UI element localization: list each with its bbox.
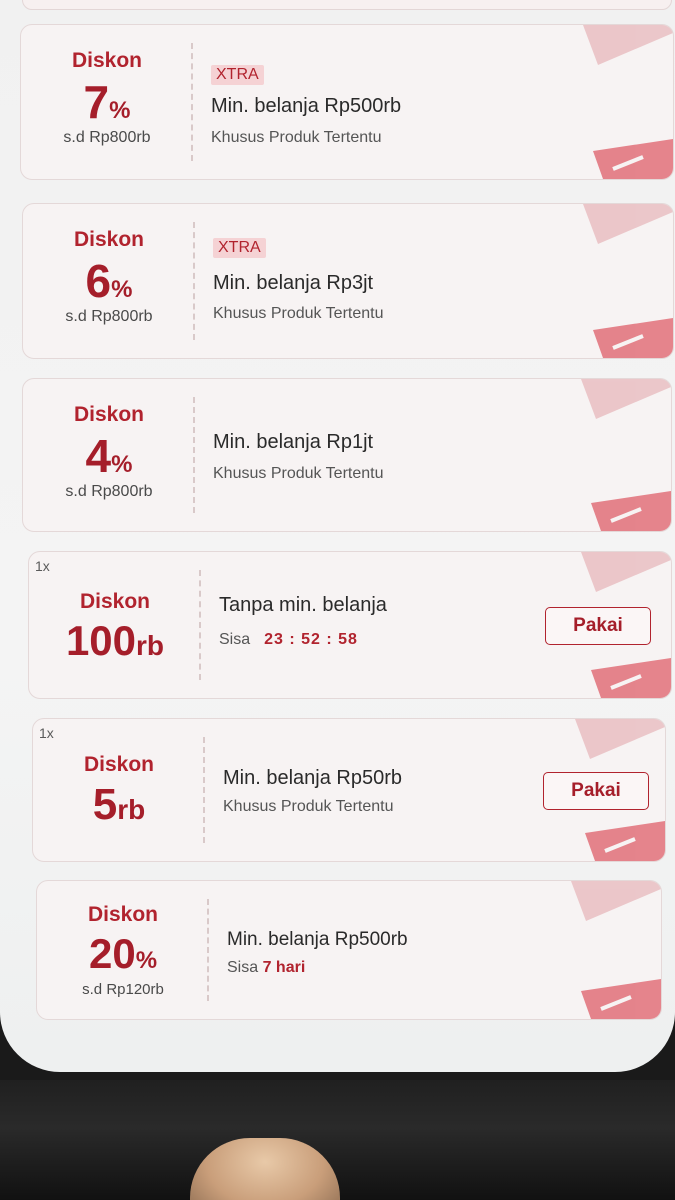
discount-cap: s.d Rp800rb [63, 129, 151, 146]
voucher-discount-panel: Diskon 100rb [29, 552, 201, 698]
voucher-subtitle: Khusus Produk Tertentu [213, 305, 384, 322]
discount-cap: s.d Rp800rb [65, 483, 153, 500]
remaining-days: 7 hari [262, 959, 306, 976]
dashed-divider [199, 570, 201, 680]
phone-screen: Diskon 7% s.d Rp800rb XTRA Min. belanja … [0, 0, 675, 1072]
discount-amount: 5 [92, 780, 118, 829]
use-voucher-button[interactable]: Pakai [543, 772, 649, 810]
ticket-stripe-icon [591, 491, 671, 531]
discount-unit: % [135, 947, 158, 974]
ticket-stripe-icon [571, 881, 661, 921]
dashed-divider [203, 737, 205, 843]
remaining-label: Sisa [219, 631, 251, 648]
discount-unit: % [109, 97, 131, 124]
voucher-discount-panel: Diskon 20% s.d Rp120rb [37, 881, 209, 1019]
discount-label: Diskon [83, 753, 154, 776]
discount-label: Diskon [87, 903, 158, 926]
ticket-stripe-icon [575, 719, 665, 759]
discount-amount: 20 [88, 930, 136, 977]
discount-label: Diskon [79, 590, 150, 613]
voucher-discount-panel: Diskon 4% s.d Rp800rb [23, 379, 195, 531]
discount-unit: rb [117, 794, 146, 825]
voucher-subtitle: Sisa 7 hari [227, 959, 305, 977]
voucher-discount-panel: Diskon 6% s.d Rp800rb [23, 204, 195, 358]
countdown-timer: 23 : 52 : 58 [264, 631, 358, 648]
discount-amount: 100 [65, 617, 137, 664]
voucher-card[interactable]: 1x Diskon 100rb Tanpa min. belanja Sisa 2… [28, 551, 672, 699]
voucher-card[interactable]: 1x Diskon 5rb Min. belanja Rp50rb Khusus… [32, 718, 666, 862]
ticket-stripe-icon [591, 658, 671, 698]
discount-label: Diskon [73, 228, 144, 251]
discount-amount: 4 [85, 430, 112, 482]
ticket-stripe-icon [583, 25, 673, 65]
discount-label: Diskon [71, 49, 142, 72]
xtra-badge: XTRA [213, 238, 266, 258]
voucher-title: Min. belanja Rp3jt [213, 272, 374, 294]
ticket-stripe-icon [583, 204, 673, 244]
dashed-divider [193, 222, 195, 340]
discount-label: Diskon [73, 403, 144, 426]
ticket-stripe-icon [593, 139, 673, 179]
voucher-title: Min. belanja Rp50rb [223, 767, 402, 789]
dashed-divider [207, 899, 209, 1001]
previous-coupon-edge [22, 0, 672, 10]
ticket-stripe-icon [593, 318, 673, 358]
voucher-title: Min. belanja Rp1jt [213, 431, 374, 453]
voucher-title: Tanpa min. belanja [219, 594, 387, 616]
voucher-subtitle: Khusus Produk Tertentu [211, 129, 382, 146]
discount-cap: s.d Rp800rb [65, 308, 153, 325]
voucher-subtitle: Sisa 23 : 52 : 58 [219, 631, 358, 649]
voucher-discount-panel: Diskon 5rb [33, 719, 205, 861]
voucher-card[interactable]: Diskon 4% s.d Rp800rb Min. belanja Rp1jt… [22, 378, 672, 532]
remaining-label: Sisa [227, 959, 259, 976]
ticket-stripe-icon [581, 552, 671, 592]
voucher-subtitle: Khusus Produk Tertentu [213, 465, 384, 482]
dashed-divider [193, 397, 195, 513]
discount-amount: 6 [85, 255, 112, 307]
voucher-title: Min. belanja Rp500rb [211, 95, 402, 117]
ticket-stripe-icon [585, 821, 665, 861]
discount-cap: s.d Rp120rb [82, 981, 164, 998]
voucher-card[interactable]: Diskon 20% s.d Rp120rb Min. belanja Rp50… [36, 880, 662, 1020]
voucher-subtitle: Khusus Produk Tertentu [223, 798, 394, 815]
discount-unit: % [111, 451, 133, 478]
ticket-stripe-icon [581, 379, 671, 419]
ticket-stripe-icon [581, 979, 661, 1019]
voucher-title: Min. belanja Rp500rb [227, 929, 408, 950]
voucher-card[interactable]: Diskon 7% s.d Rp800rb XTRA Min. belanja … [20, 24, 674, 180]
dashed-divider [191, 43, 193, 161]
discount-unit: rb [136, 630, 165, 661]
xtra-badge: XTRA [211, 65, 264, 85]
use-voucher-button[interactable]: Pakai [545, 607, 651, 645]
discount-amount: 7 [83, 76, 110, 128]
voucher-discount-panel: Diskon 7% s.d Rp800rb [21, 25, 193, 179]
voucher-card[interactable]: Diskon 6% s.d Rp800rb XTRA Min. belanja … [22, 203, 674, 359]
discount-unit: % [111, 276, 133, 303]
